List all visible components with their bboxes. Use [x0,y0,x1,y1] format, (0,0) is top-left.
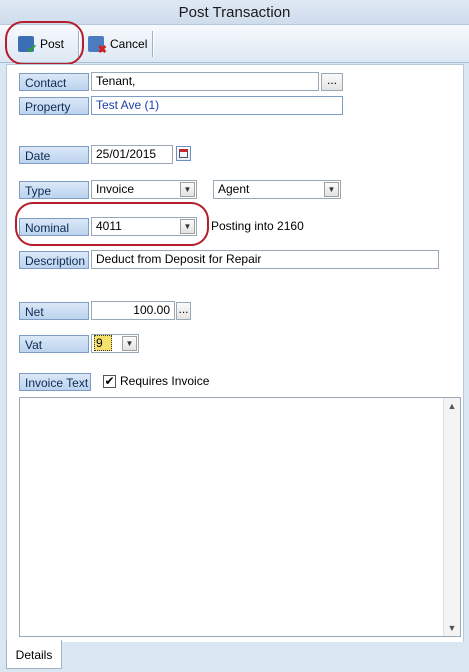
scroll-up-icon[interactable]: ▲ [444,398,460,414]
net-calculator-button[interactable]: ... [176,302,191,320]
chevron-down-icon: ▼ [324,182,339,197]
nominal-select-value: 4011 [96,219,122,233]
cancel-icon [88,36,107,56]
requires-invoice-label: Requires Invoice [120,374,210,388]
chevron-down-icon: ▼ [122,336,137,351]
calendar-button[interactable] [176,146,191,161]
vat-select[interactable]: 9 ▼ [91,334,139,353]
description-field[interactable]: Deduct from Deposit for Repair [91,250,439,269]
requires-invoice-checkbox[interactable]: ✔ Requires Invoice [103,373,209,389]
toolbar-separator [78,31,79,57]
cancel-button[interactable]: Cancel [88,33,148,56]
date-label: Date [19,146,89,164]
vat-select-value: 9 [94,335,112,351]
type-select-value: Invoice [96,182,135,196]
invoice-text-label: Invoice Text [19,373,91,391]
nominal-label: Nominal [19,218,89,236]
agent-select[interactable]: Agent ▼ [213,180,341,199]
checkmark-icon: ✔ [103,373,116,388]
scroll-down-icon[interactable]: ▼ [444,620,460,636]
toolbar: Post Cancel [0,24,469,63]
description-label: Description [19,251,89,269]
calendar-icon [179,149,188,158]
agent-select-value: Agent [218,182,250,196]
window-title: Post Transaction [0,0,469,24]
contact-browse-button[interactable]: ... [321,73,343,91]
chevron-down-icon: ▼ [180,182,195,197]
post-button[interactable]: Post [18,33,65,56]
nominal-select[interactable]: 4011 ▼ [91,217,197,236]
cancel-button-label: Cancel [110,37,148,51]
invoice-text-area[interactable]: ▲ ▼ [19,397,461,637]
chevron-down-icon: ▼ [180,219,195,234]
contact-label: Contact [19,73,89,91]
contact-field[interactable]: Tenant, [91,72,319,91]
tab-bar: Details [0,640,469,672]
date-field[interactable]: 25/01/2015 [91,145,173,164]
net-label: Net [19,302,89,320]
property-field[interactable]: Test Ave (1) [91,96,343,115]
tab-details[interactable]: Details [6,640,62,669]
type-label: Type [19,181,89,199]
property-label: Property [19,97,89,115]
vat-label: Vat [19,335,89,353]
net-field[interactable]: 100.00 [91,301,175,320]
nominal-posting-note: Posting into 2160 [211,219,304,233]
save-check-icon [18,36,37,56]
memo-scrollbar[interactable]: ▲ ▼ [443,398,460,636]
form-panel: Contact Tenant, ... Property Test Ave (1… [6,64,464,644]
type-select[interactable]: Invoice ▼ [91,180,197,199]
post-button-label: Post [40,37,65,51]
toolbar-separator [152,31,153,57]
